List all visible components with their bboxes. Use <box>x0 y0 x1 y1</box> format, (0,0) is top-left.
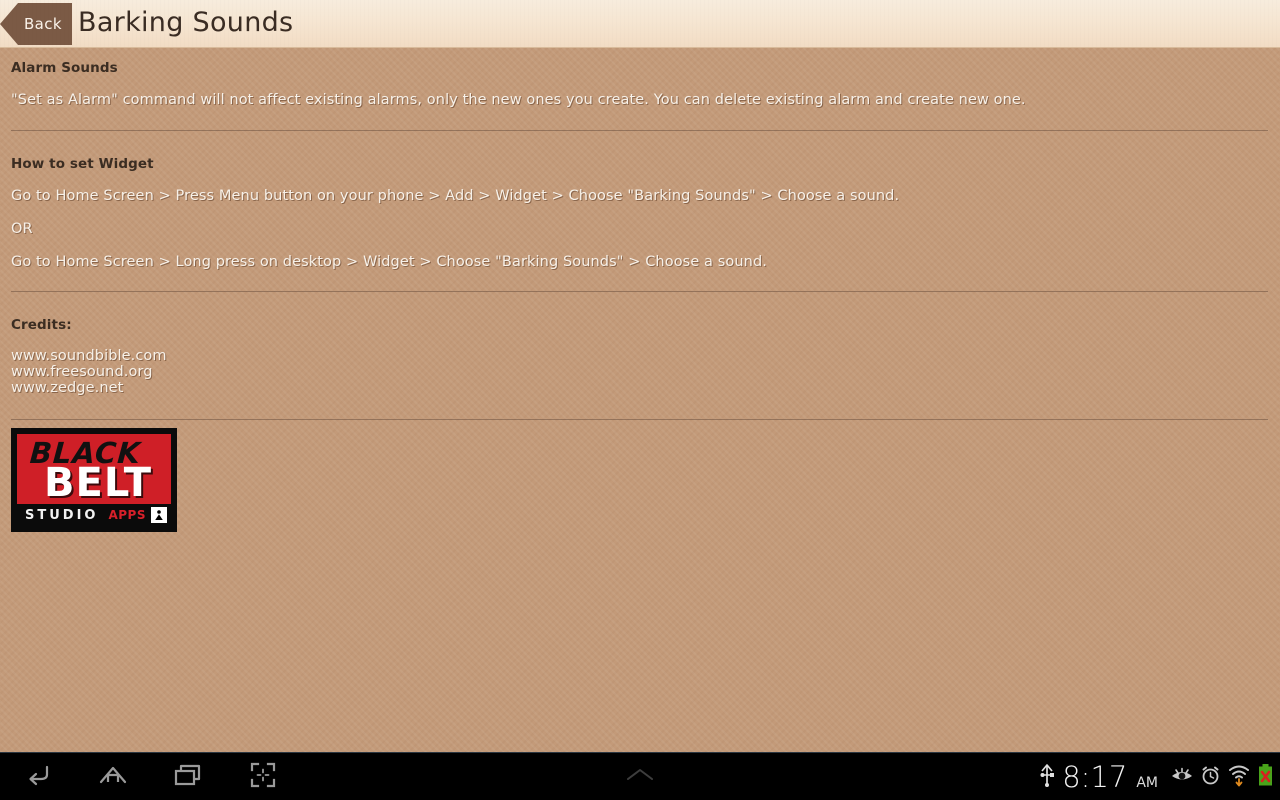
alarm-clock-icon <box>1200 765 1221 790</box>
navigation-buttons <box>0 753 300 800</box>
logo-figure-icon <box>151 507 167 523</box>
android-system-bar: 8:17 AM <box>0 752 1280 800</box>
status-area[interactable]: 8:17 AM <box>1039 753 1274 800</box>
status-meridiem: AM <box>1136 775 1158 791</box>
wifi-icon <box>1228 763 1250 791</box>
widget-instructions-line-2: Go to Home Screen > Long press on deskto… <box>11 254 767 270</box>
screenshot-nav-button[interactable] <box>225 753 300 800</box>
home-nav-button[interactable] <box>75 753 150 800</box>
widget-instructions-or: OR <box>11 221 33 237</box>
back-button-label: Back <box>23 15 63 33</box>
usb-icon <box>1039 762 1055 792</box>
alarm-sounds-description: "Set as Alarm" command will not affect e… <box>11 92 1026 108</box>
credits-link-soundbible[interactable]: www.soundbible.com <box>11 348 1280 364</box>
status-clock: 8:17 <box>1062 760 1128 794</box>
credits-heading: Credits: <box>11 317 72 333</box>
battery-error-icon <box>1257 763 1274 791</box>
system-bar-expand-handle[interactable] <box>616 753 664 800</box>
logo-word-apps: APPS <box>108 508 146 522</box>
eye-icon <box>1171 766 1193 788</box>
chevron-up-icon <box>623 766 657 788</box>
home-nav-icon <box>97 760 129 794</box>
logo-bottom-strip: STUDIO APPS <box>17 504 171 526</box>
credits-link-freesound[interactable]: www.freesound.org <box>11 364 1280 380</box>
recent-apps-nav-icon <box>172 761 204 793</box>
widget-instructions-line-1: Go to Home Screen > Press Menu button on… <box>11 188 900 204</box>
recent-apps-nav-button[interactable] <box>150 753 225 800</box>
logo-word-belt: BELT <box>44 460 152 506</box>
content-area: Alarm Sounds "Set as Alarm" command will… <box>0 48 1280 420</box>
how-to-set-widget-heading: How to set Widget <box>11 156 154 172</box>
alarm-sounds-heading: Alarm Sounds <box>11 60 118 76</box>
app-header: Back Barking Sounds <box>0 0 1280 48</box>
screenshot-nav-icon <box>249 761 277 793</box>
credits-link-zedge[interactable]: www.zedge.net <box>11 380 1280 396</box>
back-nav-icon <box>23 760 53 794</box>
back-button[interactable]: Back <box>0 3 72 45</box>
page-title: Barking Sounds <box>78 7 294 38</box>
divider-1 <box>11 130 1268 131</box>
logo-word-studio: STUDIO <box>25 507 99 523</box>
divider-3 <box>11 418 1268 420</box>
divider-2 <box>11 291 1268 292</box>
back-nav-button[interactable] <box>0 753 75 800</box>
black-belt-studio-logo[interactable]: BLACK BELT STUDIO APPS <box>11 428 177 532</box>
